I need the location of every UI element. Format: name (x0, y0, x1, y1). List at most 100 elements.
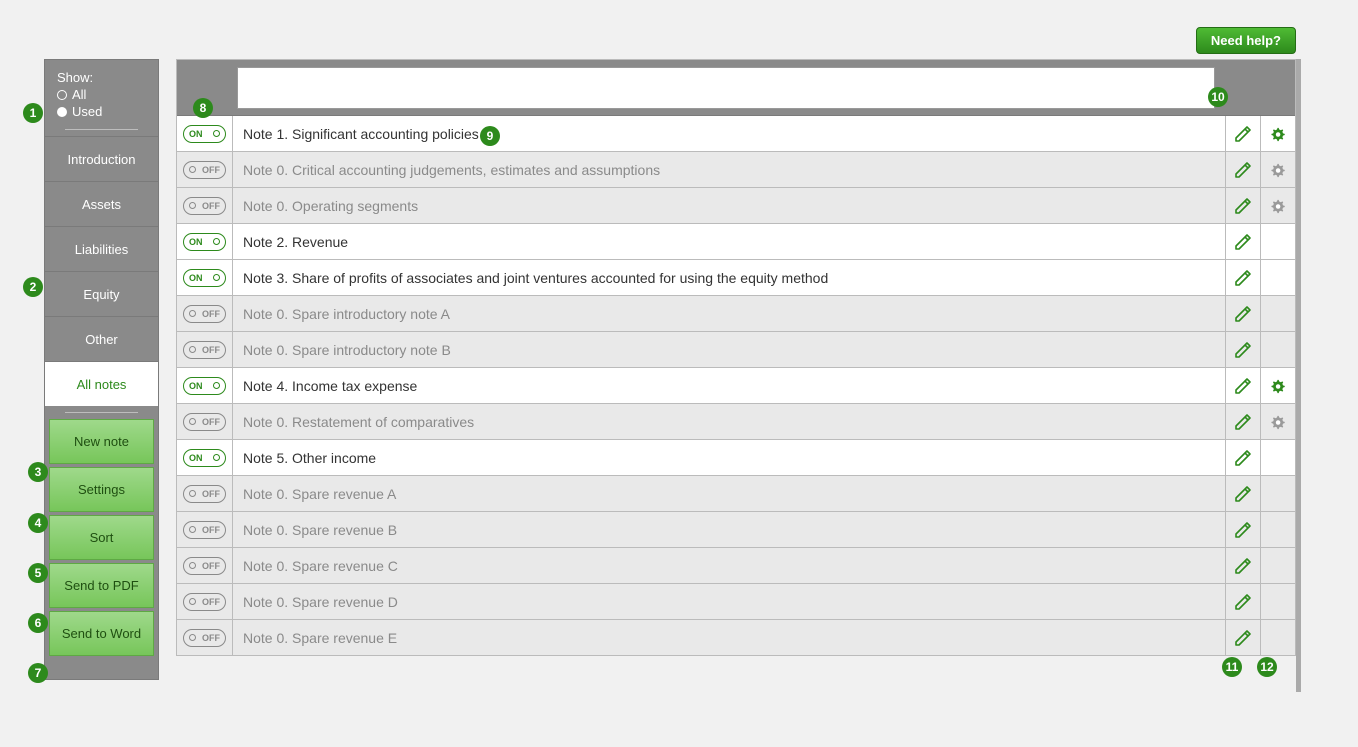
toggle-off[interactable]: OFF (183, 197, 226, 215)
note-edit-cell (1225, 152, 1260, 187)
show-filter-block: Show: All Used (45, 60, 158, 123)
pencil-icon[interactable] (1234, 521, 1252, 539)
toggle-off[interactable]: OFF (183, 305, 226, 323)
toggle-label: OFF (202, 489, 220, 499)
toggle-off[interactable]: OFF (183, 593, 226, 611)
sidebar-category-all-notes[interactable]: All notes (45, 361, 158, 406)
note-title[interactable]: Note 0. Spare introductory note A (233, 296, 1225, 331)
toggle-on[interactable]: ON (183, 269, 226, 287)
scrollbar[interactable] (1296, 59, 1301, 692)
pencil-icon[interactable] (1234, 377, 1252, 395)
note-title[interactable]: Note 2. Revenue (233, 224, 1225, 259)
note-row: ON Note 1. Significant accounting policie… (177, 116, 1295, 152)
note-toggle-cell: OFF (177, 476, 233, 511)
note-title[interactable]: Note 0. Spare revenue D (233, 584, 1225, 619)
toggle-label: OFF (202, 165, 220, 175)
toggle-label: OFF (202, 201, 220, 211)
note-title[interactable]: Note 0. Spare revenue C (233, 548, 1225, 583)
new-note-button[interactable]: New note (49, 419, 154, 464)
pencil-icon[interactable] (1234, 197, 1252, 215)
note-title[interactable]: Note 0. Spare introductory note B (233, 332, 1225, 367)
pencil-icon[interactable] (1234, 161, 1252, 179)
pencil-icon[interactable] (1234, 449, 1252, 467)
pencil-icon[interactable] (1234, 341, 1252, 359)
note-toggle-cell: OFF (177, 152, 233, 187)
need-help-button[interactable]: Need help? (1196, 27, 1296, 54)
toggle-on[interactable]: ON (183, 125, 226, 143)
note-title[interactable]: Note 5. Other income (233, 440, 1225, 475)
note-edit-cell (1225, 620, 1260, 655)
note-title[interactable]: Note 4. Income tax expense (233, 368, 1225, 403)
toggle-label: OFF (202, 417, 220, 427)
note-row: ON Note 3. Share of profits of associates… (177, 260, 1295, 296)
pencil-icon[interactable] (1234, 413, 1252, 431)
note-title[interactable]: Note 1. Significant accounting policies (233, 116, 1225, 151)
toggle-label: OFF (202, 597, 220, 607)
sidebar-category-assets[interactable]: Assets (45, 181, 158, 226)
note-gear-cell (1260, 332, 1295, 367)
pencil-icon[interactable] (1234, 485, 1252, 503)
note-toggle-cell: ON (177, 440, 233, 475)
note-gear-cell (1260, 512, 1295, 547)
gear-icon[interactable] (1269, 413, 1287, 431)
gear-icon[interactable] (1269, 377, 1287, 395)
callout-marker-3: 3 (28, 462, 48, 482)
pencil-icon[interactable] (1234, 125, 1252, 143)
show-option-all[interactable]: All (57, 87, 148, 102)
pencil-icon[interactable] (1234, 593, 1252, 611)
pencil-icon[interactable] (1234, 233, 1252, 251)
note-title[interactable]: Note 0. Restatement of comparatives (233, 404, 1225, 439)
toggle-dot-icon (189, 526, 196, 533)
gear-icon[interactable] (1269, 197, 1287, 215)
gear-icon[interactable] (1269, 125, 1287, 143)
note-title[interactable]: Note 0. Spare revenue E (233, 620, 1225, 655)
toggle-dot-icon (189, 562, 196, 569)
toggle-off[interactable]: OFF (183, 557, 226, 575)
note-row: OFF Note 0. Spare revenue D (177, 584, 1295, 620)
sidebar-category-liabilities[interactable]: Liabilities (45, 226, 158, 271)
note-gear-cell (1260, 584, 1295, 619)
pencil-icon[interactable] (1234, 629, 1252, 647)
radio-icon (57, 107, 67, 117)
sidebar-category-other[interactable]: Other (45, 316, 158, 361)
pencil-icon[interactable] (1234, 557, 1252, 575)
toggle-off[interactable]: OFF (183, 161, 226, 179)
toggle-off[interactable]: OFF (183, 521, 226, 539)
note-title[interactable]: Note 3. Share of profits of associates a… (233, 260, 1225, 295)
toggle-off[interactable]: OFF (183, 413, 226, 431)
callout-marker-10: 10 (1208, 87, 1228, 107)
note-toggle-cell: OFF (177, 584, 233, 619)
note-row: OFF Note 0. Critical accounting judgement… (177, 152, 1295, 188)
sort-button[interactable]: Sort (49, 515, 154, 560)
callout-marker-9: 9 (480, 126, 500, 146)
pencil-icon[interactable] (1234, 269, 1252, 287)
toggle-off[interactable]: OFF (183, 341, 226, 359)
toggle-off[interactable]: OFF (183, 629, 226, 647)
note-gear-cell (1260, 260, 1295, 295)
settings-button[interactable]: Settings (49, 467, 154, 512)
separator (65, 129, 138, 130)
gear-icon[interactable] (1269, 161, 1287, 179)
sidebar-category-equity[interactable]: Equity (45, 271, 158, 316)
send-to-word-button[interactable]: Send to Word (49, 611, 154, 656)
pencil-icon[interactable] (1234, 305, 1252, 323)
note-title[interactable]: Note 0. Spare revenue A (233, 476, 1225, 511)
note-row: OFF Note 0. Spare introductory note A (177, 296, 1295, 332)
search-input[interactable] (237, 67, 1215, 109)
toggle-on[interactable]: ON (183, 449, 226, 467)
note-toggle-cell: ON (177, 368, 233, 403)
callout-marker-1: 1 (23, 103, 43, 123)
note-title[interactable]: Note 0. Operating segments (233, 188, 1225, 223)
send-to-pdf-button[interactable]: Send to PDF (49, 563, 154, 608)
show-option-used[interactable]: Used (57, 104, 148, 119)
toggle-dot-icon (189, 202, 196, 209)
note-title[interactable]: Note 0. Critical accounting judgements, … (233, 152, 1225, 187)
sidebar-category-introduction[interactable]: Introduction (45, 136, 158, 181)
note-row: OFF Note 0. Spare revenue C (177, 548, 1295, 584)
toggle-on[interactable]: ON (183, 377, 226, 395)
note-title[interactable]: Note 0. Spare revenue B (233, 512, 1225, 547)
note-edit-cell (1225, 224, 1260, 259)
search-wrap (233, 60, 1225, 116)
toggle-off[interactable]: OFF (183, 485, 226, 503)
toggle-on[interactable]: ON (183, 233, 226, 251)
